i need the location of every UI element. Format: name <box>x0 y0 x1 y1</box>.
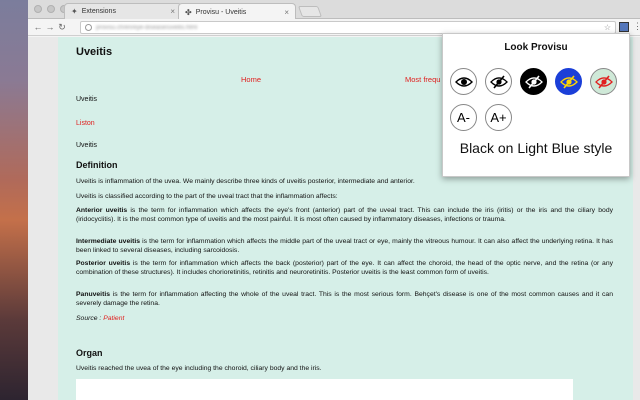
term: Anterior uveitis <box>76 207 128 214</box>
eye-slash-white-on-black-icon <box>524 74 543 89</box>
nav-link-home[interactable]: Home <box>241 75 261 84</box>
info-icon[interactable] <box>85 24 92 31</box>
paragraph-anterior: Anterior uveitis is the term for inflamm… <box>76 207 613 223</box>
tab-extensions[interactable]: ✦ Extensions × <box>64 3 182 19</box>
close-tab-icon[interactable]: × <box>284 8 289 17</box>
minimize-window-button[interactable] <box>47 5 55 13</box>
tab-provisu[interactable]: ✤ Provisu - Uveitis × <box>178 3 296 20</box>
eye-slash-yellow-on-blue-icon <box>559 74 578 89</box>
eye-slash-red-on-green-icon <box>594 74 613 89</box>
content-box <box>76 379 573 400</box>
liston-link[interactable]: Liston <box>76 119 95 128</box>
paragraph-intermediate: Intermediate uveitis is the term for inf… <box>76 238 614 254</box>
current-style-label: Black on Light Blue style <box>459 140 613 156</box>
tab-bar: ✦ Extensions × ✤ Provisu - Uveitis × <box>28 0 640 20</box>
forward-icon[interactable]: → <box>44 22 56 32</box>
increase-font-button[interactable]: A+ <box>485 104 512 131</box>
list-item: Uveitis <box>76 96 98 103</box>
style-white-on-black-button[interactable] <box>520 68 547 95</box>
style-red-on-green-button[interactable] <box>590 68 617 95</box>
close-tab-icon[interactable]: × <box>170 7 175 16</box>
eye-slash-icon <box>489 74 508 89</box>
style-yellow-on-blue-button[interactable] <box>555 68 582 95</box>
paragraph: Uveitis is classified according to the p… <box>76 193 338 200</box>
bookmark-star-icon[interactable]: ☆ <box>604 23 611 32</box>
decrease-font-button[interactable]: A- <box>450 104 477 131</box>
back-icon[interactable]: ← <box>32 22 44 32</box>
puzzle-icon: ✦ <box>71 7 78 16</box>
reload-icon[interactable]: ↻ <box>56 22 68 33</box>
new-tab-button[interactable] <box>297 6 323 17</box>
look-provisu-popup: Look Provisu A- A+ Black on Light Blue s… <box>442 33 630 177</box>
close-window-button[interactable] <box>34 5 42 13</box>
paragraph-posterior: Posterior uveitis is the term for inflam… <box>76 260 613 276</box>
list-item: Uveitis <box>76 142 98 149</box>
eye-icon <box>454 76 473 87</box>
term: Intermediate uveitis <box>76 238 141 245</box>
source-line: Source : Patient <box>76 315 125 322</box>
definition-heading: Definition <box>76 160 118 170</box>
paragraph: Uveitis reached the uvea of the eye incl… <box>76 365 322 372</box>
popup-title: Look Provisu <box>504 42 568 53</box>
paragraph-panuveitis: Panuveitis is the term for inflammation … <box>76 291 613 307</box>
term: Panuveitis <box>76 291 110 298</box>
nav-link-most-frequent[interactable]: Most frequ <box>405 75 440 84</box>
normal-view-button[interactable] <box>450 68 477 95</box>
source-link[interactable]: Patient <box>103 315 124 322</box>
style-black-on-white-button[interactable] <box>485 68 512 95</box>
menu-icon[interactable]: ⋮ <box>633 21 640 32</box>
paragraph: Uveitis is inflammation of the uvea. We … <box>76 178 415 185</box>
organ-heading: Organ <box>76 348 103 358</box>
provisu-extension-button[interactable] <box>619 22 629 32</box>
term: Posterior uveitis <box>76 260 131 267</box>
provisu-icon: ✤ <box>185 7 192 17</box>
window-controls <box>34 5 68 13</box>
